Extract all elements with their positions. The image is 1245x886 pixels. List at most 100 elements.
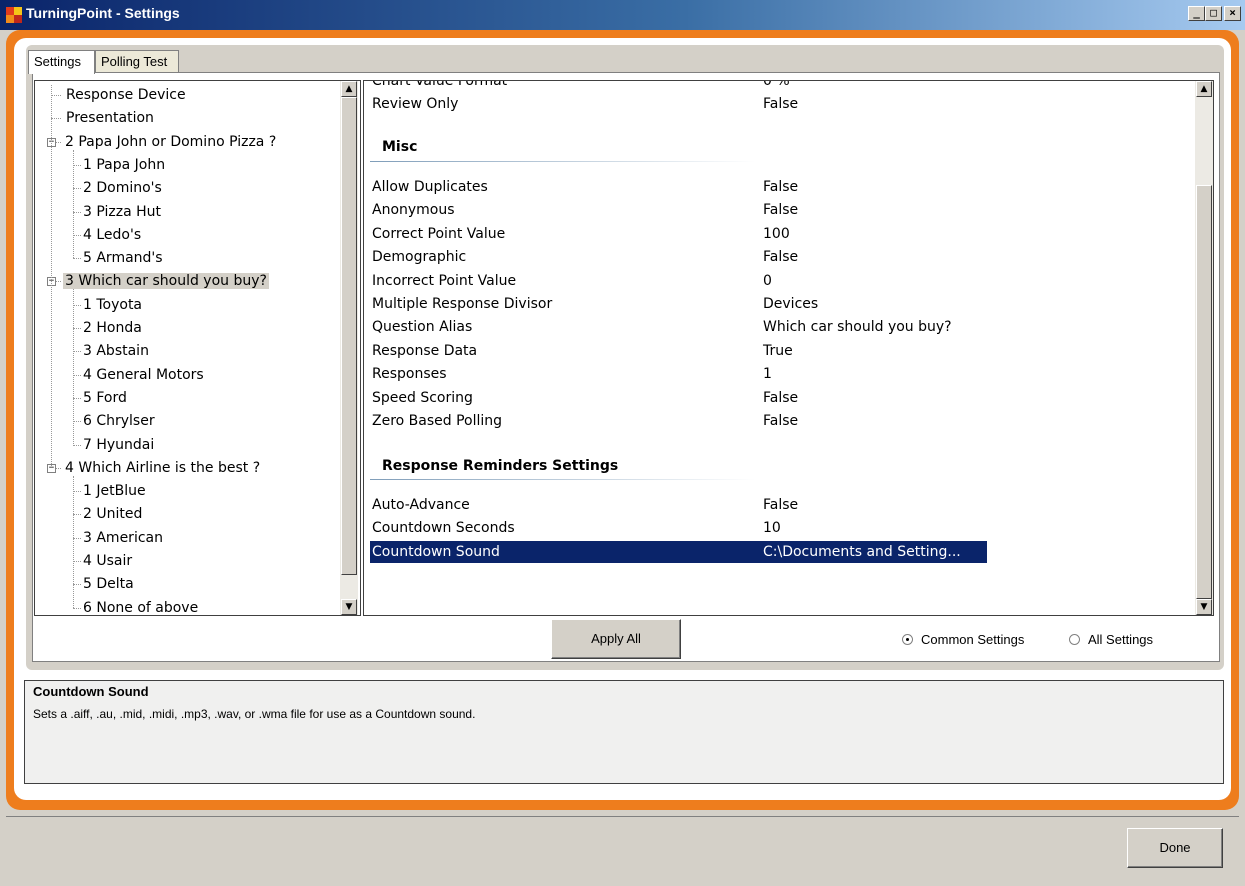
tree-connector bbox=[73, 164, 81, 166]
property-value: 0 bbox=[763, 272, 772, 289]
tree-scrollbar[interactable]: ▲ ▼ bbox=[340, 81, 358, 615]
description-text: Sets a .aiff, .au, .mid, .midi, .mp3, .w… bbox=[33, 707, 476, 721]
tree-node-label: 1 Toyota bbox=[83, 296, 143, 313]
tree-branch-line bbox=[73, 475, 74, 608]
property-value: Which car should you buy? bbox=[763, 319, 952, 336]
property-value: False bbox=[763, 413, 799, 429]
property-value: False bbox=[763, 202, 799, 219]
tree-child-node[interactable]: 3 American bbox=[81, 528, 165, 548]
tree-node[interactable]: Response Device bbox=[64, 85, 188, 105]
property-grid[interactable]: Chart Value Format 0 % Review Only False… bbox=[363, 80, 1214, 616]
minimize-button[interactable]: _ bbox=[1188, 6, 1205, 21]
tree-branch-line bbox=[73, 149, 74, 259]
property-name: Allow Duplicates bbox=[372, 179, 488, 195]
tree-child-node[interactable]: 7 Hyundai bbox=[81, 435, 156, 455]
property-value: 10 bbox=[763, 520, 781, 537]
window-title: TurningPoint - Settings bbox=[26, 5, 180, 21]
tree-child-node[interactable]: 2 Domino's bbox=[81, 178, 164, 198]
tree-node-label: 2 Papa John or Domino Pizza ? bbox=[65, 133, 277, 150]
description-panel: Countdown Sound Sets a .aiff, .au, .mid,… bbox=[24, 680, 1224, 784]
property-value: 1 bbox=[763, 366, 772, 383]
tree-child-node[interactable]: 5 Delta bbox=[81, 574, 136, 594]
tree-child-node[interactable]: 1 Toyota bbox=[81, 295, 144, 315]
tree-child-node[interactable]: 1 JetBlue bbox=[81, 481, 148, 501]
tree-node[interactable]: 2 Papa John or Domino Pizza ? bbox=[63, 132, 278, 152]
tree-connector bbox=[73, 584, 81, 586]
properties-scrollbar[interactable]: ▲ ▼ bbox=[1195, 81, 1213, 615]
tree-scroll-thumb[interactable] bbox=[341, 97, 357, 575]
tree-node[interactable]: 3 Which car should you buy? bbox=[63, 271, 269, 291]
tree-node-label: 2 Domino's bbox=[83, 180, 162, 197]
tree-node-label: 2 United bbox=[83, 506, 143, 523]
category-divider bbox=[370, 479, 755, 480]
tree-connector bbox=[73, 514, 81, 516]
tree-child-node[interactable]: 3 Pizza Hut bbox=[81, 202, 163, 222]
property-name: Responses bbox=[372, 366, 447, 383]
property-name: Speed Scoring bbox=[372, 389, 473, 406]
tree-node-label: 1 JetBlue bbox=[83, 483, 146, 500]
tree-connector bbox=[73, 421, 81, 423]
tree-child-node[interactable]: 2 United bbox=[81, 504, 144, 524]
properties-scroll-up-button[interactable]: ▲ bbox=[1196, 81, 1212, 97]
common-settings-label: Common Settings bbox=[921, 632, 1025, 647]
property-value: Devices bbox=[763, 296, 819, 312]
tree-node-label: 5 Ford bbox=[83, 389, 127, 406]
tree-child-node[interactable]: 1 Papa John bbox=[81, 155, 167, 175]
property-name: Auto-Advance bbox=[372, 497, 470, 513]
title-bar[interactable]: TurningPoint - Settings _ □ × bbox=[0, 0, 1245, 30]
tree-child-node[interactable]: 5 Ford bbox=[81, 388, 129, 408]
property-value: False bbox=[763, 389, 799, 406]
tree-root-line bbox=[51, 85, 52, 466]
tree-connector bbox=[73, 561, 81, 562]
property-value: False bbox=[763, 249, 799, 266]
property-value: False bbox=[763, 497, 799, 513]
property-row[interactable]: Countdown Sound C:\Documents and Setting.… bbox=[370, 540, 987, 563]
tree-node-label: 5 Armand's bbox=[83, 250, 163, 267]
property-value: True bbox=[763, 342, 793, 359]
apply-all-button[interactable]: Apply All bbox=[551, 619, 681, 659]
tree-child-node[interactable]: 4 Ledo's bbox=[81, 225, 143, 245]
tree-scroll-up-button[interactable]: ▲ bbox=[341, 81, 357, 97]
tree-node-label: 6 Chrylser bbox=[83, 413, 155, 430]
maximize-button[interactable]: □ bbox=[1205, 6, 1222, 21]
tree-connector bbox=[73, 374, 81, 376]
close-button[interactable]: × bbox=[1224, 6, 1241, 21]
description-title: Countdown Sound bbox=[33, 684, 149, 699]
tree-connector bbox=[73, 444, 81, 446]
tree-child-node[interactable]: 4 General Motors bbox=[81, 365, 206, 385]
property-value: False bbox=[763, 179, 799, 195]
tree-child-node[interactable]: 4 Usair bbox=[81, 551, 134, 571]
tree-child-node[interactable]: 3 Abstain bbox=[81, 341, 151, 361]
tree-node-label: Response Device bbox=[66, 87, 186, 103]
tree-node-label: 1 Papa John bbox=[83, 156, 166, 173]
done-button[interactable]: Done bbox=[1127, 828, 1223, 868]
tab-polling-test[interactable]: Polling Test bbox=[95, 50, 179, 73]
tree-child-node[interactable]: 2 Honda bbox=[81, 318, 144, 338]
tree-node-label: 7 Hyundai bbox=[83, 436, 155, 453]
tree-node-label: 4 Usair bbox=[83, 553, 133, 569]
tab-polling-test-label: Polling Test bbox=[101, 54, 168, 69]
question-tree[interactable]: Response Device Presentation 2 Papa John o… bbox=[34, 80, 361, 616]
common-settings-radio[interactable]: Common Settings bbox=[902, 632, 1024, 647]
radio-unchecked-icon bbox=[1069, 634, 1080, 645]
all-settings-radio[interactable]: All Settings bbox=[1069, 632, 1153, 647]
property-name: Countdown Seconds bbox=[372, 520, 515, 537]
property-name: Demographic bbox=[372, 249, 467, 266]
app-icon bbox=[6, 7, 22, 23]
tree-child-node[interactable]: 5 Armand's bbox=[81, 248, 165, 268]
tree-child-node[interactable]: 6 None of above bbox=[81, 598, 200, 615]
tree-node[interactable]: 4 Which Airline is the best ? bbox=[63, 458, 262, 478]
tree-connector bbox=[73, 491, 81, 493]
properties-scroll-down-button[interactable]: ▼ bbox=[1196, 599, 1212, 615]
property-value: False bbox=[763, 96, 799, 112]
properties-scroll-thumb[interactable] bbox=[1196, 185, 1212, 599]
tree-connector bbox=[73, 328, 81, 329]
tree-connector bbox=[73, 211, 81, 213]
tree-connector bbox=[73, 397, 81, 399]
tree-node-label: Presentation bbox=[66, 110, 154, 127]
property-value: 100 bbox=[763, 225, 790, 242]
tree-node[interactable]: Presentation bbox=[64, 108, 156, 128]
tree-child-node[interactable]: 6 Chrylser bbox=[81, 411, 157, 431]
tab-settings[interactable]: Settings bbox=[28, 50, 95, 74]
tree-scroll-down-button[interactable]: ▼ bbox=[341, 599, 357, 615]
